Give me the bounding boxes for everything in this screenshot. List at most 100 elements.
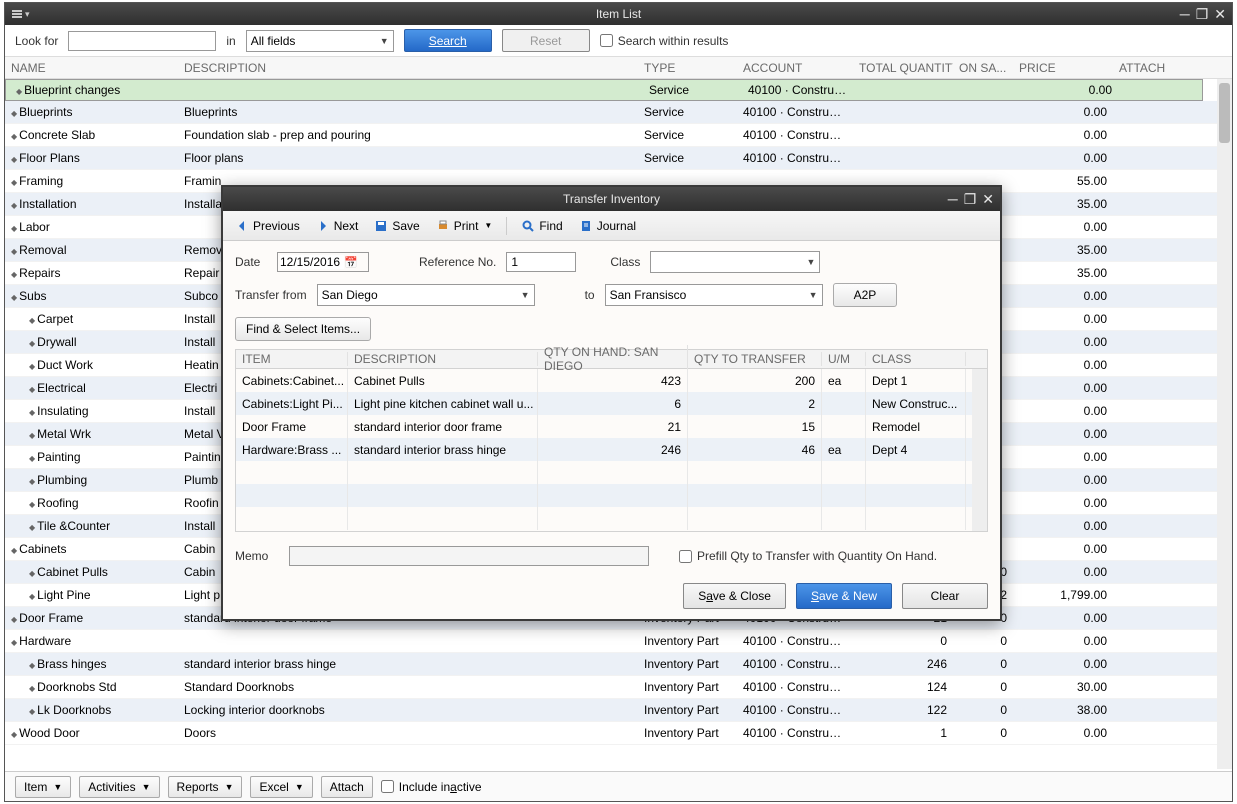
- dialog-toolbar: Previous Next Save Print ▼ Find Journal: [223, 211, 1000, 241]
- reports-menu-button[interactable]: Reports▼: [168, 776, 243, 798]
- search-within-checkbox[interactable]: Search within results: [600, 34, 729, 48]
- scrollbar[interactable]: [1217, 79, 1232, 769]
- dcell-desc: standard interior brass hinge: [348, 438, 538, 461]
- table-row[interactable]: ◆BlueprintsBlueprintsService40100 · Cons…: [5, 101, 1232, 124]
- close-icon[interactable]: ✕: [1214, 6, 1226, 23]
- dialog-row[interactable]: Door Framestandard interior door frame21…: [236, 415, 987, 438]
- reset-button[interactable]: Reset: [502, 29, 590, 52]
- class-select[interactable]: ▼: [650, 251, 820, 273]
- dcell-um: ea: [822, 438, 866, 461]
- clear-button[interactable]: Clear: [902, 583, 988, 609]
- dialog-row[interactable]: Cabinets:Light Pi...Light pine kitchen c…: [236, 392, 987, 415]
- table-row[interactable]: ◆Floor PlansFloor plansService40100 · Co…: [5, 147, 1232, 170]
- cell-name: ◆Repairs: [5, 266, 178, 280]
- table-row[interactable]: ◆Brass hingesstandard interior brass hin…: [5, 653, 1232, 676]
- dcell-item: Cabinets:Light Pi...: [236, 392, 348, 415]
- dialog-row[interactable]: [236, 484, 987, 507]
- dialog-close-icon[interactable]: ✕: [982, 191, 994, 208]
- dialog-maximize-icon[interactable]: ❐: [964, 191, 977, 208]
- ref-input[interactable]: [506, 252, 576, 272]
- table-row[interactable]: ◆Doorknobs StdStandard DoorknobsInventor…: [5, 676, 1232, 699]
- memo-input[interactable]: [289, 546, 649, 566]
- journal-button[interactable]: Journal: [573, 217, 642, 235]
- item-menu-button[interactable]: Item▼: [15, 776, 71, 798]
- cell-type: Inventory Part: [638, 657, 737, 671]
- to-select[interactable]: San Fransisco▼: [605, 284, 823, 306]
- dialog-grid: Cabinets:Cabinet...Cabinet Pulls423200ea…: [236, 369, 987, 530]
- cell-name: ◆Painting: [5, 450, 178, 464]
- print-button[interactable]: Print ▼: [430, 217, 499, 235]
- save-new-button[interactable]: Save & New: [796, 583, 892, 609]
- table-row[interactable]: ◆HardwareInventory Part40100 · Construct…: [5, 630, 1232, 653]
- fields-select[interactable]: All fields ▼: [246, 30, 394, 52]
- include-inactive-checkbox[interactable]: Include inactive: [381, 780, 482, 794]
- cell-price: 0.00: [1013, 128, 1113, 142]
- look-for-input[interactable]: [68, 31, 216, 51]
- dialog-title-bar: Transfer Inventory ─ ❐ ✕: [223, 187, 1000, 211]
- dialog-minimize-icon[interactable]: ─: [948, 191, 958, 208]
- col-att[interactable]: ATTACH: [1113, 61, 1193, 75]
- table-row[interactable]: ◆Wood DoorDoorsInventory Part40100 · Con…: [5, 722, 1232, 745]
- col-name[interactable]: NAME: [5, 61, 178, 75]
- cell-name: ◆Lk Doorknobs: [5, 703, 178, 717]
- cell-acct: 40100 · Construct...: [737, 703, 853, 717]
- activities-menu-button[interactable]: Activities▼: [79, 776, 159, 798]
- cell-price: 0.00: [1013, 611, 1113, 625]
- dialog-row[interactable]: Cabinets:Cabinet...Cabinet Pulls423200ea…: [236, 369, 987, 392]
- find-select-items-button[interactable]: Find & Select Items...: [235, 317, 371, 341]
- cell-price: 0.00: [1013, 496, 1113, 510]
- table-row[interactable]: ◆Lk DoorknobsLocking interior doorknobsI…: [5, 699, 1232, 722]
- save-close-button[interactable]: Save & Close: [683, 583, 786, 609]
- dcol-um[interactable]: U/M: [822, 352, 866, 366]
- cell-price: 0.00: [1013, 473, 1113, 487]
- dialog-row[interactable]: [236, 507, 987, 530]
- maximize-icon[interactable]: ❐: [1196, 6, 1209, 23]
- dialog-row[interactable]: Hardware:Brass ...standard interior bras…: [236, 438, 987, 461]
- col-type[interactable]: TYPE: [638, 61, 737, 75]
- look-for-label: Look for: [15, 34, 58, 48]
- from-select[interactable]: San Diego▼: [317, 284, 535, 306]
- col-acct[interactable]: ACCOUNT: [737, 61, 853, 75]
- cell-price: 0.00: [1013, 105, 1113, 119]
- dcol-desc[interactable]: DESCRIPTION: [348, 352, 538, 366]
- date-input-wrap[interactable]: 📅: [277, 252, 369, 272]
- attach-button[interactable]: Attach: [321, 776, 373, 798]
- minimize-icon[interactable]: ─: [1180, 6, 1190, 23]
- cell-tq: 246: [853, 657, 953, 671]
- dcol-qtt[interactable]: QTY TO TRANSFER: [688, 352, 822, 366]
- previous-button[interactable]: Previous: [229, 217, 306, 235]
- dcol-item[interactable]: ITEM: [236, 352, 348, 366]
- prefill-checkbox[interactable]: Prefill Qty to Transfer with Quantity On…: [679, 549, 937, 563]
- cell-name: ◆Electrical: [5, 381, 178, 395]
- find-button[interactable]: Find: [515, 217, 568, 235]
- search-within-input[interactable]: [600, 34, 613, 47]
- a2p-button[interactable]: A2P: [833, 283, 898, 307]
- cell-tq: 124: [853, 680, 953, 694]
- col-onsa[interactable]: ON SA...: [953, 61, 1013, 75]
- cell-price: 38.00: [1013, 703, 1113, 717]
- include-inactive-input[interactable]: [381, 780, 394, 793]
- calendar-icon[interactable]: 📅: [344, 256, 358, 269]
- dcell-class: Dept 1: [866, 369, 966, 392]
- dialog-row[interactable]: [236, 461, 987, 484]
- col-price[interactable]: PRICE: [1013, 61, 1113, 75]
- cell-desc: Blueprints: [178, 105, 638, 119]
- next-button[interactable]: Next: [310, 217, 365, 235]
- cell-onsa: 0: [953, 657, 1013, 671]
- prefill-input[interactable]: [679, 550, 692, 563]
- col-tq[interactable]: TOTAL QUANTITY ...: [853, 61, 953, 75]
- save-button[interactable]: Save: [368, 217, 425, 235]
- table-row[interactable]: ◆Concrete SlabFoundation slab - prep and…: [5, 124, 1232, 147]
- dcol-class[interactable]: CLASS: [866, 352, 966, 366]
- dialog-scrollbar[interactable]: [972, 369, 987, 531]
- table-row[interactable]: ◆Blueprint changesService40100 · Constru…: [5, 79, 1203, 101]
- search-button[interactable]: Search: [404, 29, 492, 52]
- scrollbar-thumb[interactable]: [1219, 83, 1230, 143]
- date-input[interactable]: [280, 255, 344, 269]
- excel-menu-button[interactable]: Excel▼: [250, 776, 312, 798]
- dcell-qoh: 246: [538, 438, 688, 461]
- cell-price: 0.00: [1013, 312, 1113, 326]
- col-desc[interactable]: DESCRIPTION: [178, 61, 638, 75]
- dcell-class: Remodel: [866, 415, 966, 438]
- window-menu-icon[interactable]: ▾: [11, 8, 30, 20]
